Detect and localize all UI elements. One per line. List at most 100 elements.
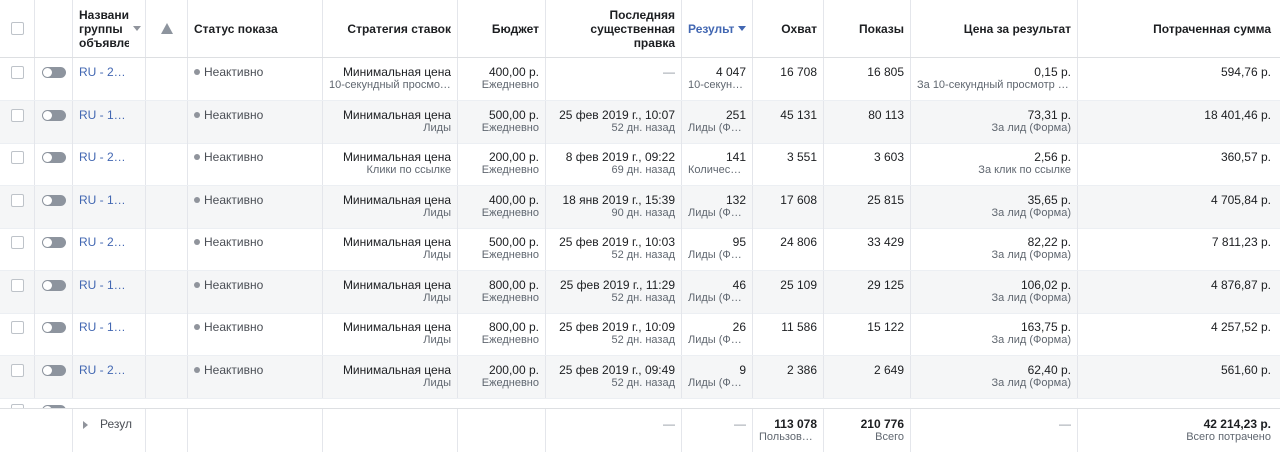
chevron-down-icon[interactable] (133, 26, 141, 31)
table-row[interactable]: RU - 1… Неактивно Минимальная цена Лиды 800,… (0, 270, 1280, 314)
footer-summary[interactable]: Резул (73, 409, 146, 452)
row-budget-cell[interactable]: 500,00 р. Ежедневно (458, 228, 546, 270)
budget-sub: Ежедневно (481, 79, 539, 91)
ad-set-name-link[interactable]: RU - 1… (79, 108, 126, 122)
col-cost[interactable]: Цена за результат (911, 0, 1078, 57)
status-dot-icon (194, 154, 200, 160)
budget-sub: Ежедневно (481, 249, 539, 261)
row-spent-cell: 360,57 р. (1078, 143, 1277, 185)
row-impressions-cell: 80 113 (824, 100, 911, 143)
row-name-cell: RU - 1… (73, 100, 146, 143)
col-results[interactable]: Результ (682, 0, 753, 57)
select-all-checkbox[interactable] (10, 22, 24, 35)
col-reach[interactable]: Охват (753, 0, 824, 57)
ad-set-name-link[interactable]: RU - 2… (79, 235, 126, 249)
strategy-value: Минимальная цена (342, 107, 451, 122)
cost-sub: За лид (Форма) (991, 121, 1071, 134)
row-budget-cell[interactable]: 500,00 р. Ежедневно (458, 100, 546, 143)
row-checkbox[interactable] (10, 66, 24, 79)
table-row[interactable]: RU - 2… Неактивно Минимальная цена Клики по… (0, 143, 1280, 186)
budget-value: 500,00 р. (488, 235, 539, 249)
spent-value: 561,60 р. (1220, 362, 1271, 377)
col-status[interactable]: Статус показа (188, 0, 323, 57)
row-budget-cell[interactable]: 200,00 р. Ежедневно (458, 143, 546, 185)
table-row[interactable]: RU - 2… Неактивно Минимальная цена Лиды 200,… (0, 355, 1280, 399)
row-checkbox-cell (0, 100, 35, 143)
row-edit-cell: 25 фев 2019 г., 11:29 52 дн. назад (546, 270, 682, 313)
table-row[interactable]: RU - 1… Неактивно Минимальная цена Лиды 800,… (0, 313, 1280, 356)
last-edit-sub: 52 дн. назад (611, 291, 675, 304)
reach-value: 16 708 (780, 65, 817, 79)
status-text: Неактивно (204, 235, 264, 249)
row-spent-cell: 594,76 р. (1078, 58, 1277, 100)
toggle-switch[interactable] (41, 67, 66, 78)
table-row[interactable]: RU - 2… Неактивно Минимальная цена 10-секун… (0, 58, 1280, 101)
toggle-switch[interactable] (41, 152, 66, 163)
col-last-edit[interactable]: Последняя существенная правка (546, 0, 682, 57)
results-value: 26 (732, 320, 746, 334)
strategy-sub: Лиды (423, 206, 451, 219)
table-row[interactable]: RU - 1… Неактивно Минимальная цена Лиды 500,… (0, 100, 1280, 144)
row-warning-cell (146, 143, 188, 185)
table-header: Название группы объявле Статус показа Ст… (0, 0, 1280, 58)
last-edit-sub: 90 дн. назад (611, 206, 675, 219)
col-impressions[interactable]: Показы (824, 0, 911, 57)
strategy-value: Минимальная цена (342, 362, 451, 377)
toggle-knob (42, 68, 52, 77)
footer-results: — (682, 409, 753, 452)
ad-sets-table: Название группы объявле Статус показа Ст… (0, 0, 1280, 452)
row-checkbox[interactable] (10, 236, 24, 249)
row-budget-cell[interactable]: 400,00 р. Ежедневно (458, 185, 546, 228)
expand-triangle-icon[interactable] (83, 421, 88, 429)
row-cost-cell: 82,22 р. За лид (Форма) (911, 228, 1078, 270)
ad-set-name-link[interactable]: RU - 2… (79, 150, 126, 164)
row-checkbox[interactable] (10, 278, 24, 292)
row-checkbox[interactable] (10, 321, 24, 334)
col-spent[interactable]: Потраченная сумма (1078, 0, 1277, 57)
toggle-switch[interactable] (41, 194, 66, 206)
ad-set-name-link[interactable]: RU - 1… (79, 193, 126, 207)
ad-set-name-link[interactable]: RU - 1… (79, 278, 126, 292)
footer-edit-value: — (663, 417, 675, 431)
row-spent-cell: 7 811,23 р. (1078, 228, 1277, 270)
row-budget-cell[interactable]: 400,00 р. Ежедневно (458, 58, 546, 100)
row-checkbox-cell (0, 313, 35, 355)
col-cost-label: Цена за результат (963, 21, 1071, 36)
col-budget[interactable]: Бюджет (458, 0, 546, 57)
table-row[interactable]: RU - 2… Неактивно Минимальная цена Лиды 500,… (0, 228, 1280, 271)
col-name[interactable]: Название группы объявле (73, 0, 146, 57)
row-reach-cell: 16 708 (753, 58, 824, 100)
toggle-switch[interactable] (41, 237, 66, 248)
row-cost-cell: 62,40 р. За лид (Форма) (911, 355, 1078, 398)
table-row[interactable]: RU - 1… Неактивно Минимальная цена Лиды 400,… (0, 185, 1280, 229)
ad-set-name-link[interactable]: RU - 1… (79, 320, 126, 334)
toggle-knob (42, 323, 52, 332)
row-budget-cell[interactable]: 800,00 р. Ежедневно (458, 313, 546, 355)
row-checkbox[interactable] (10, 108, 24, 122)
row-strategy-cell: Минимальная цена Лиды (323, 355, 458, 398)
results-value: 141 (725, 150, 746, 164)
row-budget-cell[interactable]: 800,00 р. Ежедневно (458, 270, 546, 313)
col-strategy[interactable]: Стратегия ставок (323, 0, 458, 57)
toggle-switch[interactable] (41, 322, 66, 333)
sort-desc-icon[interactable] (738, 26, 747, 31)
ad-set-name-link[interactable]: RU - 2… (79, 363, 126, 377)
reach-value: 25 109 (780, 277, 817, 292)
toggle-switch[interactable] (41, 279, 66, 291)
row-checkbox[interactable] (10, 193, 24, 207)
row-cost-cell: 106,02 р. За лид (Форма) (911, 270, 1078, 313)
row-checkbox[interactable] (10, 151, 24, 164)
col-warning[interactable] (146, 0, 188, 57)
row-checkbox-cell (0, 270, 35, 313)
cost-value: 35,65 р. (1027, 192, 1071, 207)
ad-set-name-link[interactable]: RU - 2… (79, 65, 126, 79)
row-budget-cell[interactable]: 200,00 р. Ежедневно (458, 355, 546, 398)
toggle-switch[interactable] (41, 364, 66, 376)
toggle-switch[interactable] (41, 109, 66, 121)
footer-empty (458, 409, 546, 452)
footer-impressions-value: 210 776 (860, 417, 904, 431)
col-strategy-label: Стратегия ставок (347, 21, 451, 36)
row-strategy-cell: Минимальная цена 10-секундный просмот… (323, 58, 458, 100)
row-checkbox[interactable] (10, 363, 24, 377)
strategy-sub: Лиды (423, 121, 451, 134)
